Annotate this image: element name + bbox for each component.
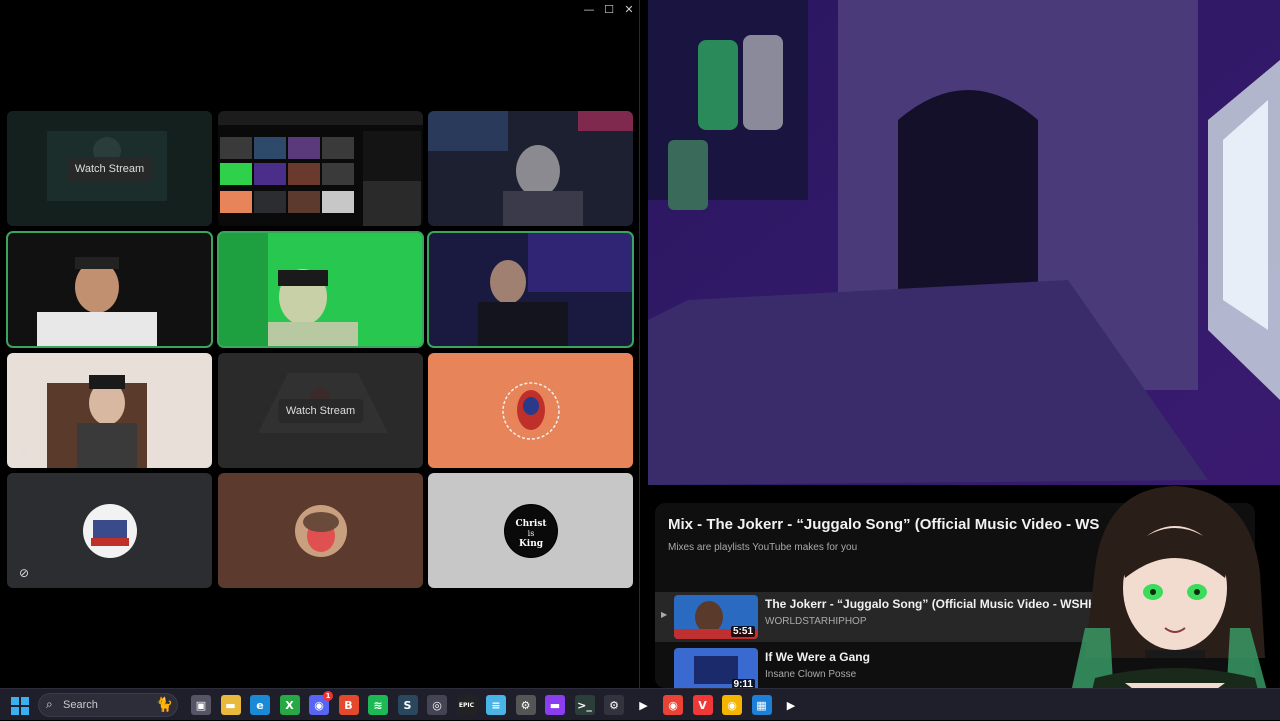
participant-tile-camera-4[interactable]: [6, 231, 213, 348]
brave-icon[interactable]: B: [338, 695, 359, 715]
notepad-icon[interactable]: ≡: [486, 695, 506, 715]
user-photo-avatar: [294, 504, 347, 557]
notification-badge: 1: [323, 691, 333, 701]
video-duration: 9:11: [731, 679, 755, 688]
task-view-icon[interactable]: ▣: [191, 695, 211, 715]
camera-off-icon: ✎: [19, 446, 30, 460]
minimize-button[interactable]: —: [583, 3, 595, 16]
vivaldi-icon[interactable]: V: [692, 695, 713, 715]
file-explorer-icon[interactable]: ▬: [220, 695, 241, 715]
svg-text:is: is: [527, 529, 534, 538]
webcam-scene: [648, 0, 1280, 485]
search-icon: ⌕: [46, 697, 53, 711]
search-highlight-cat-icon: 🐈: [155, 696, 173, 712]
app-blue-icon[interactable]: ▦: [751, 695, 772, 715]
participant-tile-stream-2[interactable]: Watch Stream: [218, 353, 423, 468]
github-desktop-icon[interactable]: ⚙: [515, 695, 536, 715]
spider-avatar-icon: [500, 380, 561, 441]
playlist-subtitle: Mixes are playlists YouTube makes for yo…: [668, 542, 858, 553]
now-playing-icon: ▶: [661, 610, 668, 619]
camera-feed: [428, 111, 633, 226]
chrome-icon[interactable]: ◉: [663, 695, 683, 715]
playlist-title[interactable]: Mix - The Jokerr - “Juggalo Song” (Offic…: [668, 516, 1099, 533]
participant-tile-avatar-11[interactable]: [218, 473, 423, 588]
camera-off-icon: ⊘: [19, 566, 30, 580]
windows-logo-icon: [11, 697, 29, 715]
video-title[interactable]: If We Were a Gang: [765, 650, 870, 664]
discord-icon[interactable]: ◉ 1: [309, 691, 333, 715]
epic-games-icon[interactable]: EPIC: [456, 695, 477, 715]
participant-tile-camera-7[interactable]: ✎: [7, 353, 212, 468]
christ-is-king-logo: Christ is King: [504, 504, 557, 557]
edge-icon[interactable]: e: [250, 695, 270, 715]
taskbar-search[interactable]: ⌕ Search 🐈: [38, 693, 178, 717]
video-thumbnail[interactable]: 9:11: [674, 648, 758, 688]
participant-tile-camera-3[interactable]: [428, 111, 633, 226]
steam-icon[interactable]: S: [397, 695, 418, 715]
window-controls: — ☐ ✕: [583, 0, 635, 18]
participant-tile-camera-6[interactable]: [427, 231, 634, 348]
webcam-feed: [648, 0, 1280, 485]
vtuber-avatar: [1055, 478, 1280, 720]
watch-stream-button[interactable]: Watch Stream: [66, 156, 153, 181]
svg-text:King: King: [518, 539, 543, 549]
start-button[interactable]: [10, 696, 30, 716]
obs-icon[interactable]: ◎: [427, 695, 447, 715]
watch-stream-button[interactable]: Watch Stream: [277, 398, 364, 423]
participant-tile-avatar-10[interactable]: ⊘: [7, 473, 212, 588]
screen-share-thumbnail: [218, 111, 423, 226]
terminal-icon[interactable]: >_: [574, 695, 595, 715]
close-button[interactable]: ✕: [623, 3, 635, 16]
participant-tile-avatar-12[interactable]: Christ is King: [428, 473, 633, 588]
vtuber-character: [1065, 486, 1275, 720]
avatar: [500, 380, 562, 442]
demage-logo-icon: [83, 504, 136, 557]
channel-name[interactable]: WORLDSTARHIPHOP: [765, 616, 867, 627]
camera-feed: [218, 232, 423, 347]
camera-feed: [7, 353, 212, 468]
participant-tile-camera-5[interactable]: [217, 231, 424, 348]
participant-tile-screen-share[interactable]: [218, 111, 423, 226]
avatar: [82, 503, 137, 558]
purple-app-icon[interactable]: ▬: [545, 695, 565, 715]
play-icon[interactable]: ▶: [633, 695, 654, 715]
chrome-alt-icon[interactable]: ◉: [722, 695, 742, 715]
windows-taskbar: ⌕ Search 🐈 ▣ ▬ e X ◉ 1 B ≋ S ◎ EPIC ≡ ⚙ ▬ >_ ⚙ ▶ ◉ V ◉ ▦ ▶: [0, 688, 1280, 720]
maximize-button[interactable]: ☐: [603, 3, 615, 16]
avatar: Christ is King: [503, 503, 558, 558]
call-window: — ☐ ✕ Watch Stream ✎ Watch Stream ⊘ Chri…: [0, 0, 640, 688]
settings-icon[interactable]: ⚙: [604, 695, 624, 715]
camera-feed: [7, 232, 212, 347]
play-alt-icon[interactable]: ▶: [781, 695, 801, 715]
video-thumbnail[interactable]: 5:51: [674, 595, 758, 639]
avatar: [294, 504, 348, 558]
xbox-icon[interactable]: X: [279, 695, 300, 715]
channel-name[interactable]: Insane Clown Posse: [765, 669, 856, 680]
spotify-icon[interactable]: ≋: [368, 695, 388, 715]
search-placeholder: Search: [63, 699, 98, 711]
participant-tile-stream-1[interactable]: Watch Stream: [7, 111, 212, 226]
camera-feed: [428, 232, 633, 347]
participant-tile-avatar-9[interactable]: [428, 353, 633, 468]
video-duration: 5:51: [730, 626, 755, 637]
svg-text:Christ: Christ: [515, 519, 547, 529]
